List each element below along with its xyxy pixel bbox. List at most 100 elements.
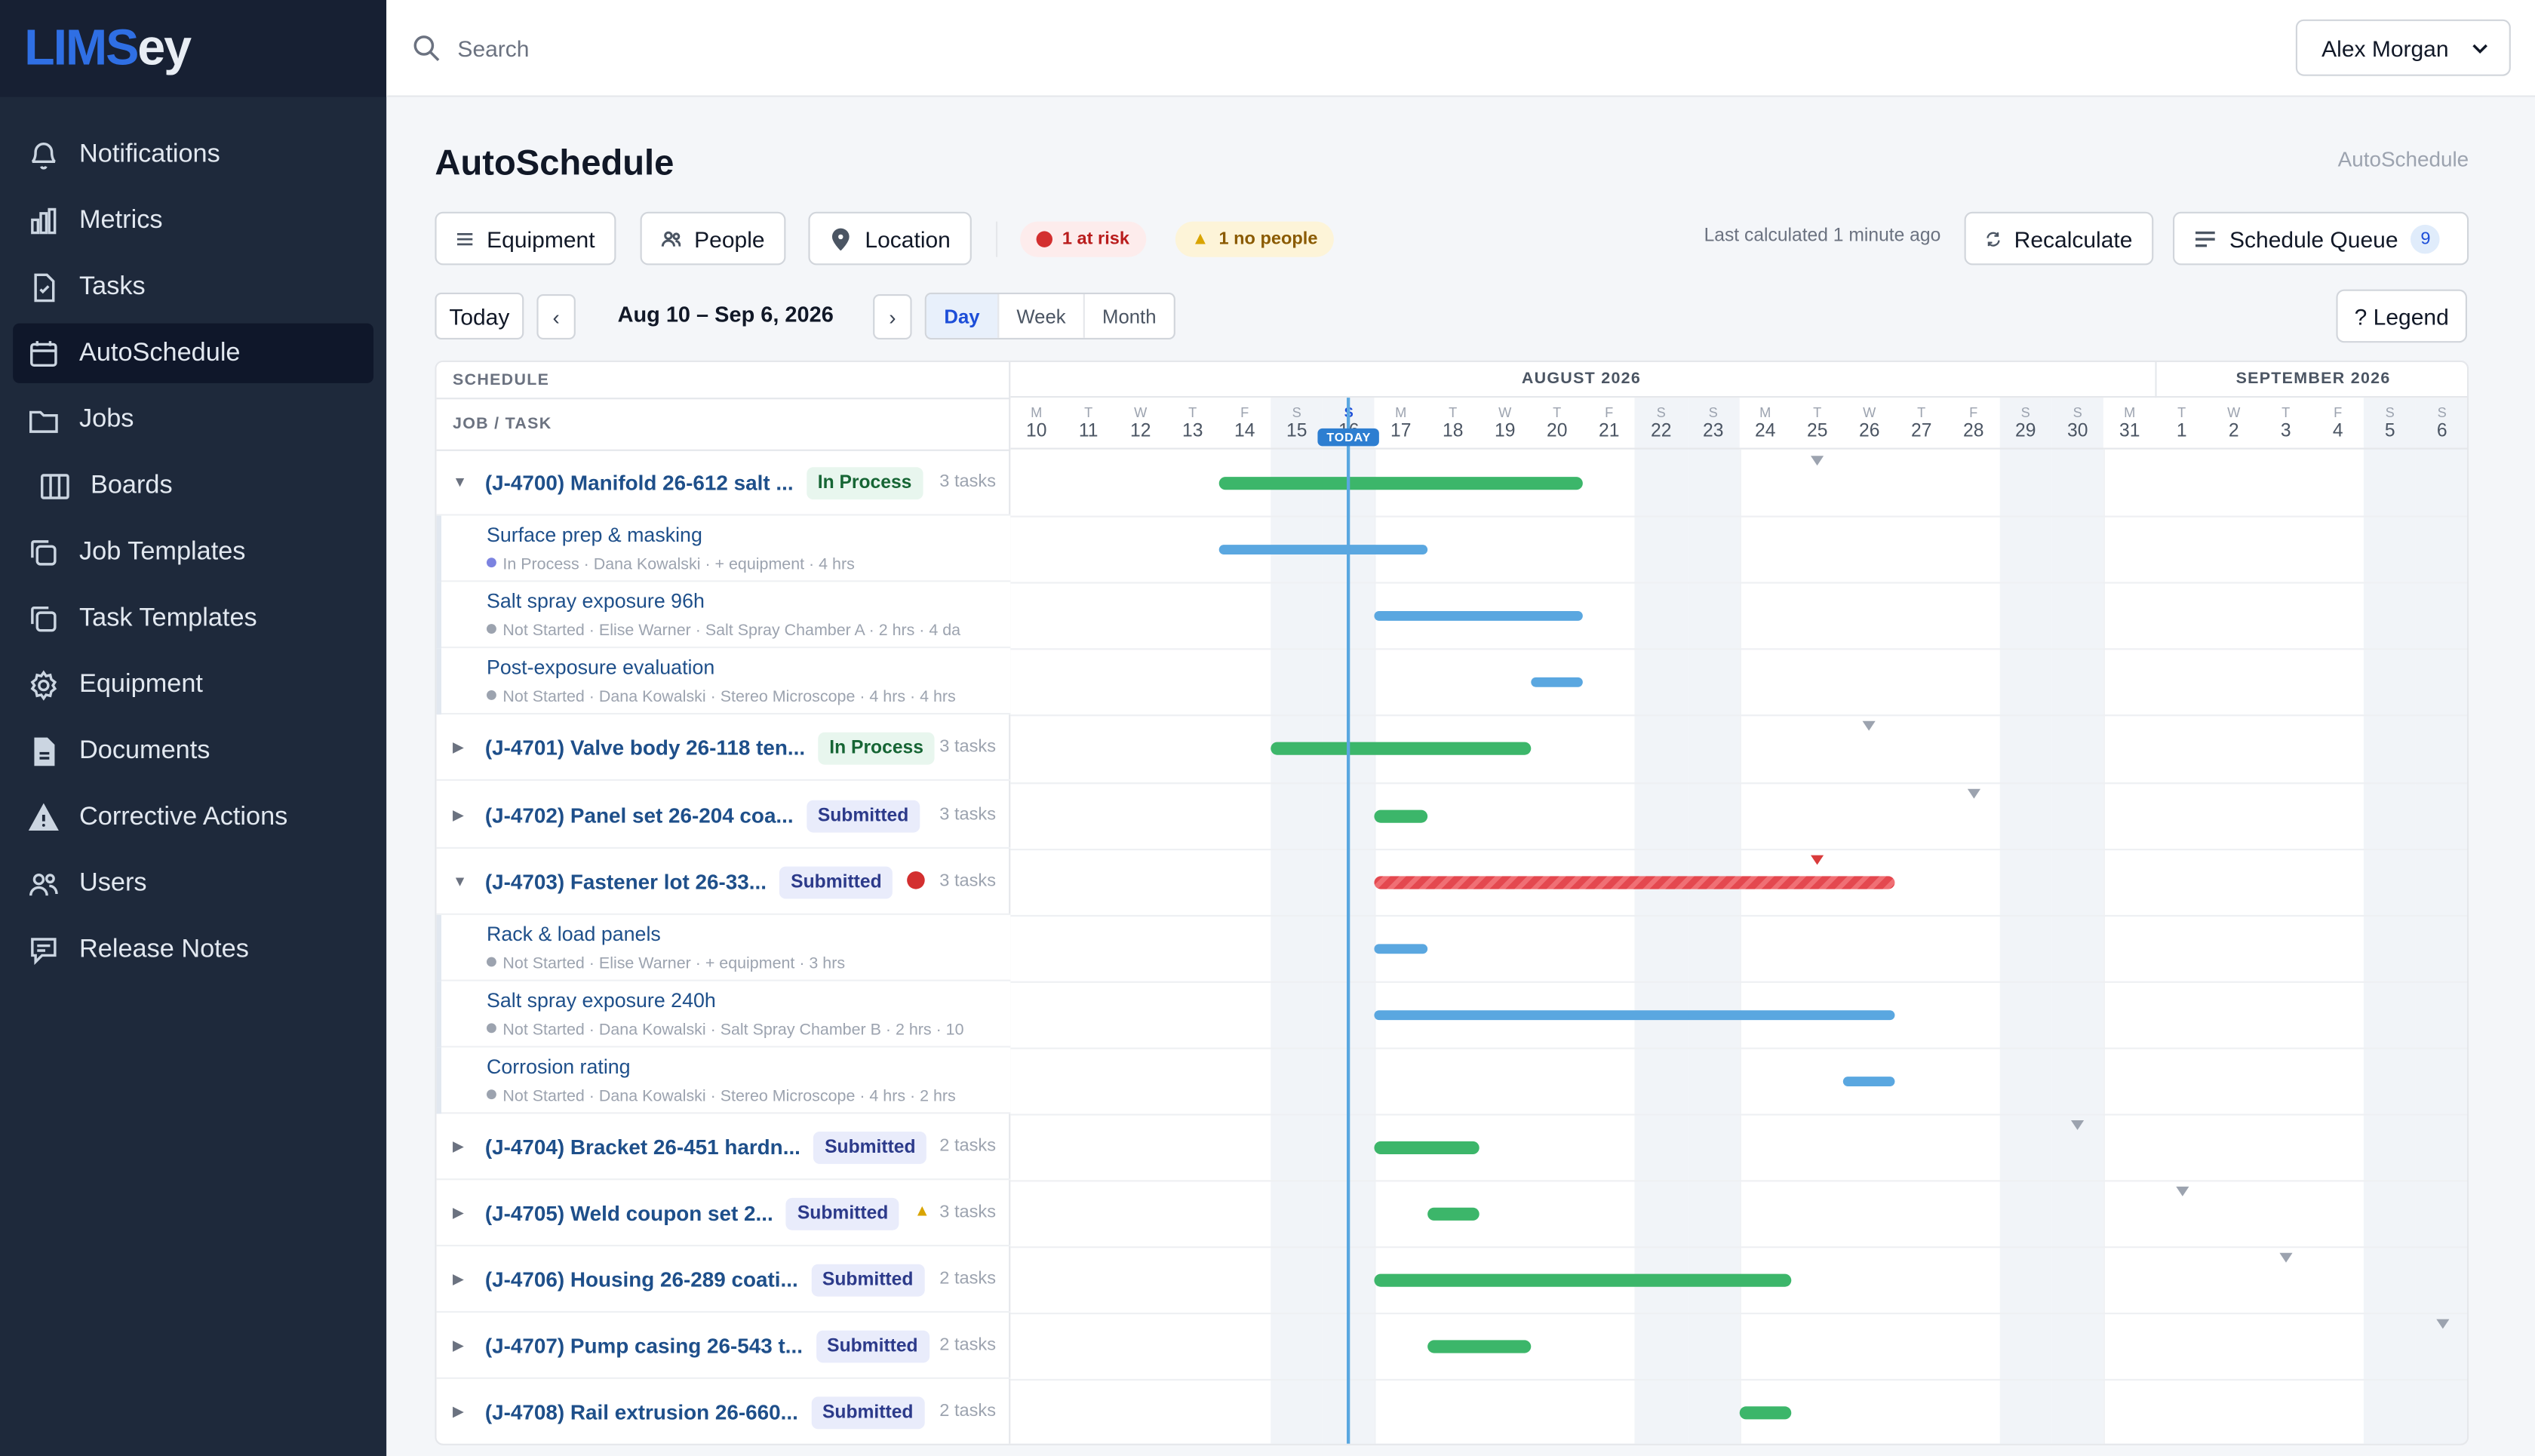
location-filter-button[interactable]: Location: [808, 211, 972, 266]
task-row[interactable]: Corrosion rating Not Started · Dana Kowal…: [436, 1047, 1011, 1114]
job-bar[interactable]: [1375, 809, 1427, 822]
next-range-button[interactable]: ›: [873, 294, 912, 339]
day-column-header: W2: [2208, 404, 2260, 443]
legend-button[interactable]: ? Legend: [2336, 289, 2467, 343]
sidebar-item-jobs[interactable]: Jobs: [13, 389, 373, 449]
sidebar-item-boards[interactable]: Boards: [13, 456, 373, 515]
job-name[interactable]: (J-4706) Housing 26-289 coati...: [485, 1267, 798, 1292]
job-name[interactable]: (J-4703) Fastener lot 26-33...: [485, 869, 767, 893]
task-name[interactable]: Post-exposure evaluation: [487, 657, 714, 680]
job-name[interactable]: (J-4708) Rail extrusion 26-660...: [485, 1401, 798, 1425]
job-bar[interactable]: [1375, 875, 1896, 889]
recalculate-button[interactable]: Recalculate: [1964, 211, 2154, 266]
task-bar[interactable]: [1843, 1076, 1896, 1086]
task-bar[interactable]: [1218, 545, 1427, 555]
job-bar[interactable]: [1218, 477, 1584, 490]
sidebar-item-task-templates[interactable]: Task Templates: [13, 588, 373, 648]
expand-icon[interactable]: ▶: [453, 1404, 464, 1422]
day-column-header: S 15: [1271, 404, 1323, 443]
task-name[interactable]: Rack & load panels: [487, 923, 661, 945]
today-button[interactable]: Today: [435, 292, 524, 339]
collapse-icon[interactable]: ▼: [453, 474, 467, 490]
sidebar-item-notifications[interactable]: Notifications: [13, 124, 373, 184]
day-number: 1: [2176, 422, 2187, 441]
task-bar[interactable]: [1531, 677, 1584, 688]
job-name[interactable]: (J-4702) Panel set 26-204 coa...: [485, 803, 794, 827]
task-name[interactable]: Corrosion rating: [487, 1055, 631, 1078]
task-name[interactable]: Salt spray exposure 96h: [487, 591, 705, 613]
job-bar[interactable]: [1427, 1341, 1532, 1354]
sidebar-item-autoschedule[interactable]: AutoSchedule: [13, 323, 373, 383]
job-row[interactable]: ▼ (J-4703) Fastener lot 26-33... Submitted…: [436, 848, 1011, 914]
job-bar[interactable]: [1427, 1207, 1480, 1221]
sidebar-item-corrective-actions[interactable]: Corrective Actions: [13, 788, 373, 847]
user-menu[interactable]: Alex Morgan: [2295, 19, 2511, 76]
day-letter: S: [2020, 404, 2030, 421]
sidebar-item-job-templates[interactable]: Job Templates: [13, 522, 373, 582]
job-row[interactable]: ▶ (J-4707) Pump casing 26-543 t... Submitt…: [436, 1313, 1011, 1380]
sidebar-item-tasks[interactable]: Tasks: [13, 257, 373, 317]
task-count: 3 tasks: [939, 472, 996, 492]
job-bar[interactable]: [1375, 1273, 1792, 1288]
job-row[interactable]: ▶ (J-4705) Weld coupon set 2... Submitted ▲…: [436, 1180, 1011, 1247]
expand-icon[interactable]: ▶: [453, 1338, 464, 1356]
task-row[interactable]: Surface prep & masking In Process · Dana …: [436, 515, 1011, 582]
gear-icon: [27, 668, 60, 701]
job-row[interactable]: ▶ (J-4706) Housing 26-289 coati... Submitt…: [436, 1247, 1011, 1313]
task-name[interactable]: Surface prep & masking: [487, 524, 702, 546]
equipment-filter-button[interactable]: Equipment: [435, 211, 616, 266]
collapse-icon[interactable]: ▼: [453, 872, 467, 888]
breadcrumb[interactable]: AutoSchedule: [2338, 147, 2469, 171]
prev-range-button[interactable]: ‹: [536, 294, 576, 339]
sidebar-item-label: Documents: [79, 736, 210, 764]
task-row[interactable]: Salt spray exposure 240h Not Started · Da…: [436, 981, 1011, 1048]
day-letter: W: [1498, 404, 1512, 421]
task-bar[interactable]: [1375, 611, 1584, 622]
job-row[interactable]: ▶ (J-4704) Bracket 26-451 hardn... Submitt…: [436, 1114, 1011, 1181]
expand-icon[interactable]: ▶: [453, 806, 464, 824]
sidebar-item-release-notes[interactable]: Release Notes: [13, 920, 373, 979]
job-name[interactable]: (J-4704) Bracket 26-451 hardn...: [485, 1135, 800, 1159]
at-risk-badge[interactable]: 1 at risk: [1020, 221, 1146, 257]
job-bar[interactable]: [1739, 1407, 1792, 1421]
job-row[interactable]: ▼ (J-4700) Manifold 26-612 salt ... In Pro…: [436, 450, 1011, 516]
job-row[interactable]: ▶ (J-4701) Valve body 26-118 ten... In Pro…: [436, 715, 1011, 782]
job-name[interactable]: (J-4707) Pump casing 26-543 t...: [485, 1334, 803, 1358]
view-week-button[interactable]: Week: [999, 294, 1085, 338]
sidebar-item-metrics[interactable]: Metrics: [13, 191, 373, 250]
list-icon: [456, 232, 473, 245]
job-name[interactable]: (J-4700) Manifold 26-612 salt ...: [485, 471, 794, 495]
job-row[interactable]: ▶ (J-4702) Panel set 26-204 coa... Submitt…: [436, 782, 1011, 848]
people-filter-button[interactable]: People: [640, 211, 786, 266]
task-bar[interactable]: [1375, 943, 1427, 954]
task-row[interactable]: Salt spray exposure 96h Not Started · Eli…: [436, 582, 1011, 649]
brand-logo[interactable]: LIMS ey: [0, 0, 387, 97]
task-row[interactable]: Post-exposure evaluation Not Started · Da…: [436, 648, 1011, 715]
expand-icon[interactable]: ▶: [453, 1205, 464, 1223]
view-month-button[interactable]: Month: [1085, 294, 1174, 338]
job-bar[interactable]: [1375, 1141, 1480, 1154]
task-meta-item: Dana Kowalski: [598, 689, 706, 708]
sidebar-item-users[interactable]: Users: [13, 853, 373, 913]
job-row[interactable]: ▶ (J-4708) Rail extrusion 26-660... Submit…: [437, 1380, 1011, 1444]
job-bar[interactable]: [1271, 742, 1532, 756]
job-name[interactable]: (J-4705) Weld coupon set 2...: [485, 1201, 773, 1225]
task-name[interactable]: Salt spray exposure 240h: [487, 989, 716, 1012]
schedule-queue-button[interactable]: Schedule Queue 9: [2173, 211, 2469, 266]
bar-chart-icon: [27, 204, 60, 237]
expand-icon[interactable]: ▶: [453, 739, 464, 757]
task-count: 3 tasks: [939, 871, 996, 890]
month-separator: [2156, 362, 2158, 398]
sidebar-item-equipment[interactable]: Equipment: [13, 655, 373, 714]
job-name[interactable]: (J-4701) Valve body 26-118 ten...: [485, 736, 805, 760]
view-day-button[interactable]: Day: [926, 294, 1000, 338]
week-gridline: [1739, 449, 1741, 1444]
task-bar[interactable]: [1375, 1009, 1896, 1020]
expand-icon[interactable]: ▶: [453, 1138, 464, 1157]
search-input[interactable]: [457, 29, 1105, 68]
task-row[interactable]: Rack & load panels Not Started · Elise Wa…: [436, 914, 1011, 981]
sidebar-item-documents[interactable]: Documents: [13, 721, 373, 781]
expand-icon[interactable]: ▶: [453, 1271, 464, 1289]
recalculate-label: Recalculate: [2014, 225, 2133, 252]
no-people-badge[interactable]: ▲ 1 no people: [1175, 221, 1334, 257]
